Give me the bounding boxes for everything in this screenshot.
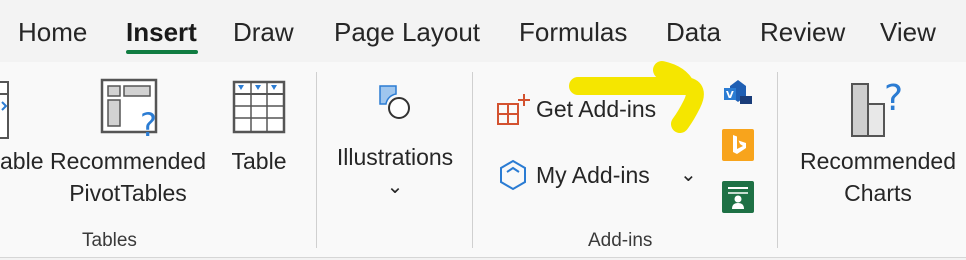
group-separator [316,72,317,248]
tab-draw[interactable]: Draw [233,12,294,52]
tab-home[interactable]: Home [18,12,87,52]
tab-insert[interactable]: Insert [126,12,197,52]
get-addins-icon [497,94,530,125]
tab-formulas[interactable]: Formulas [519,12,627,52]
pivottable-button-partial[interactable]: able [0,72,44,222]
recommended-pivottables-button[interactable]: ? Recommended PivotTables [46,72,210,222]
illustrations-label: Illustrations [336,144,454,170]
illustrations-button[interactable]: Illustrations ⌄ [330,72,460,222]
group-separator [777,72,778,248]
pivottable-label-partial: able [0,148,44,174]
my-addins-icon [500,159,526,191]
visio-data-visualizer-button[interactable]: V [722,78,754,110]
bing-maps-button[interactable] [722,129,754,161]
people-graph-button[interactable] [722,181,754,213]
people-graph-icon [722,181,754,213]
group-label-addins: Add-ins [588,230,653,251]
tab-page-layout[interactable]: Page Layout [334,12,480,52]
recommended-pivottables-label-line1: Recommended [50,148,206,174]
tab-view[interactable]: View [880,12,936,52]
svg-text:?: ? [140,106,157,142]
recommended-charts-button[interactable]: ? Recommended Charts [790,72,966,222]
active-tab-indicator [126,50,198,54]
tab-data[interactable]: Data [666,12,721,52]
recommended-pivottables-icon: ? [100,78,158,142]
recommended-charts-label-line1: Recommended [800,148,956,174]
group-label-tables: Tables [82,230,137,251]
my-addins-chevron-down-icon[interactable]: ⌄ [680,160,697,190]
ribbon-tab-bar: Home Insert Draw Page Layout Formulas Da… [0,0,966,62]
svg-text:?: ? [884,78,903,119]
my-addins-button[interactable]: My Add-ins ⌄ [494,156,704,194]
pivottable-icon [0,81,9,139]
svg-text:V: V [726,90,734,101]
my-addins-label: My Add-ins [536,162,650,188]
bing-maps-icon [722,129,754,161]
recommended-pivottables-label-line2: PivotTables [69,180,187,206]
illustrations-icon [379,85,410,119]
illustrations-chevron-down-icon: ⌄ [386,176,404,198]
group-separator [472,72,473,248]
table-button[interactable]: Table [226,72,292,222]
table-icon [232,80,286,134]
recommended-charts-label-line2: Charts [844,180,912,206]
visio-data-visualizer-icon: V [724,80,752,104]
tab-review[interactable]: Review [760,12,845,52]
highlight-arrow-annotation [569,61,704,133]
recommended-charts-icon: ? [851,78,903,137]
table-label: Table [231,148,287,174]
